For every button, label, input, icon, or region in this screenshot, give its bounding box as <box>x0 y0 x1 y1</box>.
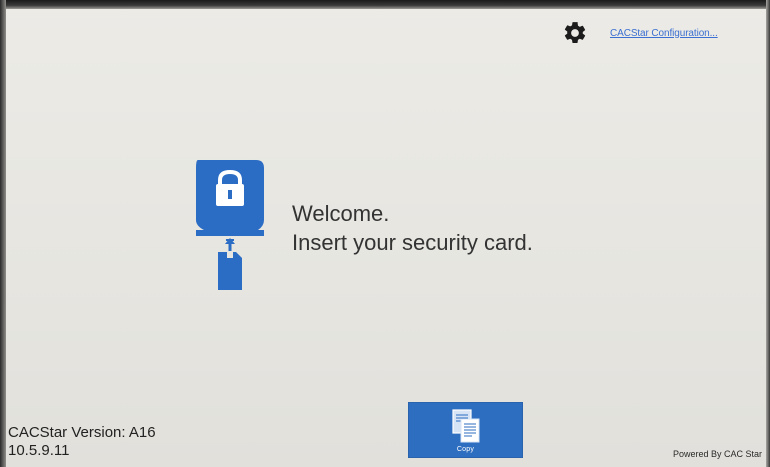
insert-card-instruction: Insert your security card. <box>292 230 533 255</box>
copy-button[interactable]: Copy <box>408 402 523 458</box>
screen-bezel-top <box>0 0 770 9</box>
cacstar-configuration-link[interactable]: CACStar Configuration... <box>610 28 718 39</box>
security-card-lock-icon <box>196 160 264 290</box>
welcome-message: Welcome. Insert your security card. <box>292 199 533 257</box>
screen-bezel-right <box>766 0 770 467</box>
configuration-area: CACStar Configuration... <box>562 20 718 46</box>
gear-icon[interactable] <box>562 20 588 46</box>
copy-documents-icon <box>451 409 479 443</box>
screen-bezel-left <box>0 0 6 467</box>
version-label: CACStar Version: A16 <box>8 424 156 441</box>
welcome-title: Welcome. <box>292 201 390 226</box>
ip-address: 10.5.9.11 <box>8 442 70 459</box>
copy-button-label: Copy <box>456 446 475 453</box>
version-info: CACStar Version: A16 10.5.9.11 <box>8 424 156 460</box>
powered-by-label: Powered By CAC Star <box>672 449 762 459</box>
